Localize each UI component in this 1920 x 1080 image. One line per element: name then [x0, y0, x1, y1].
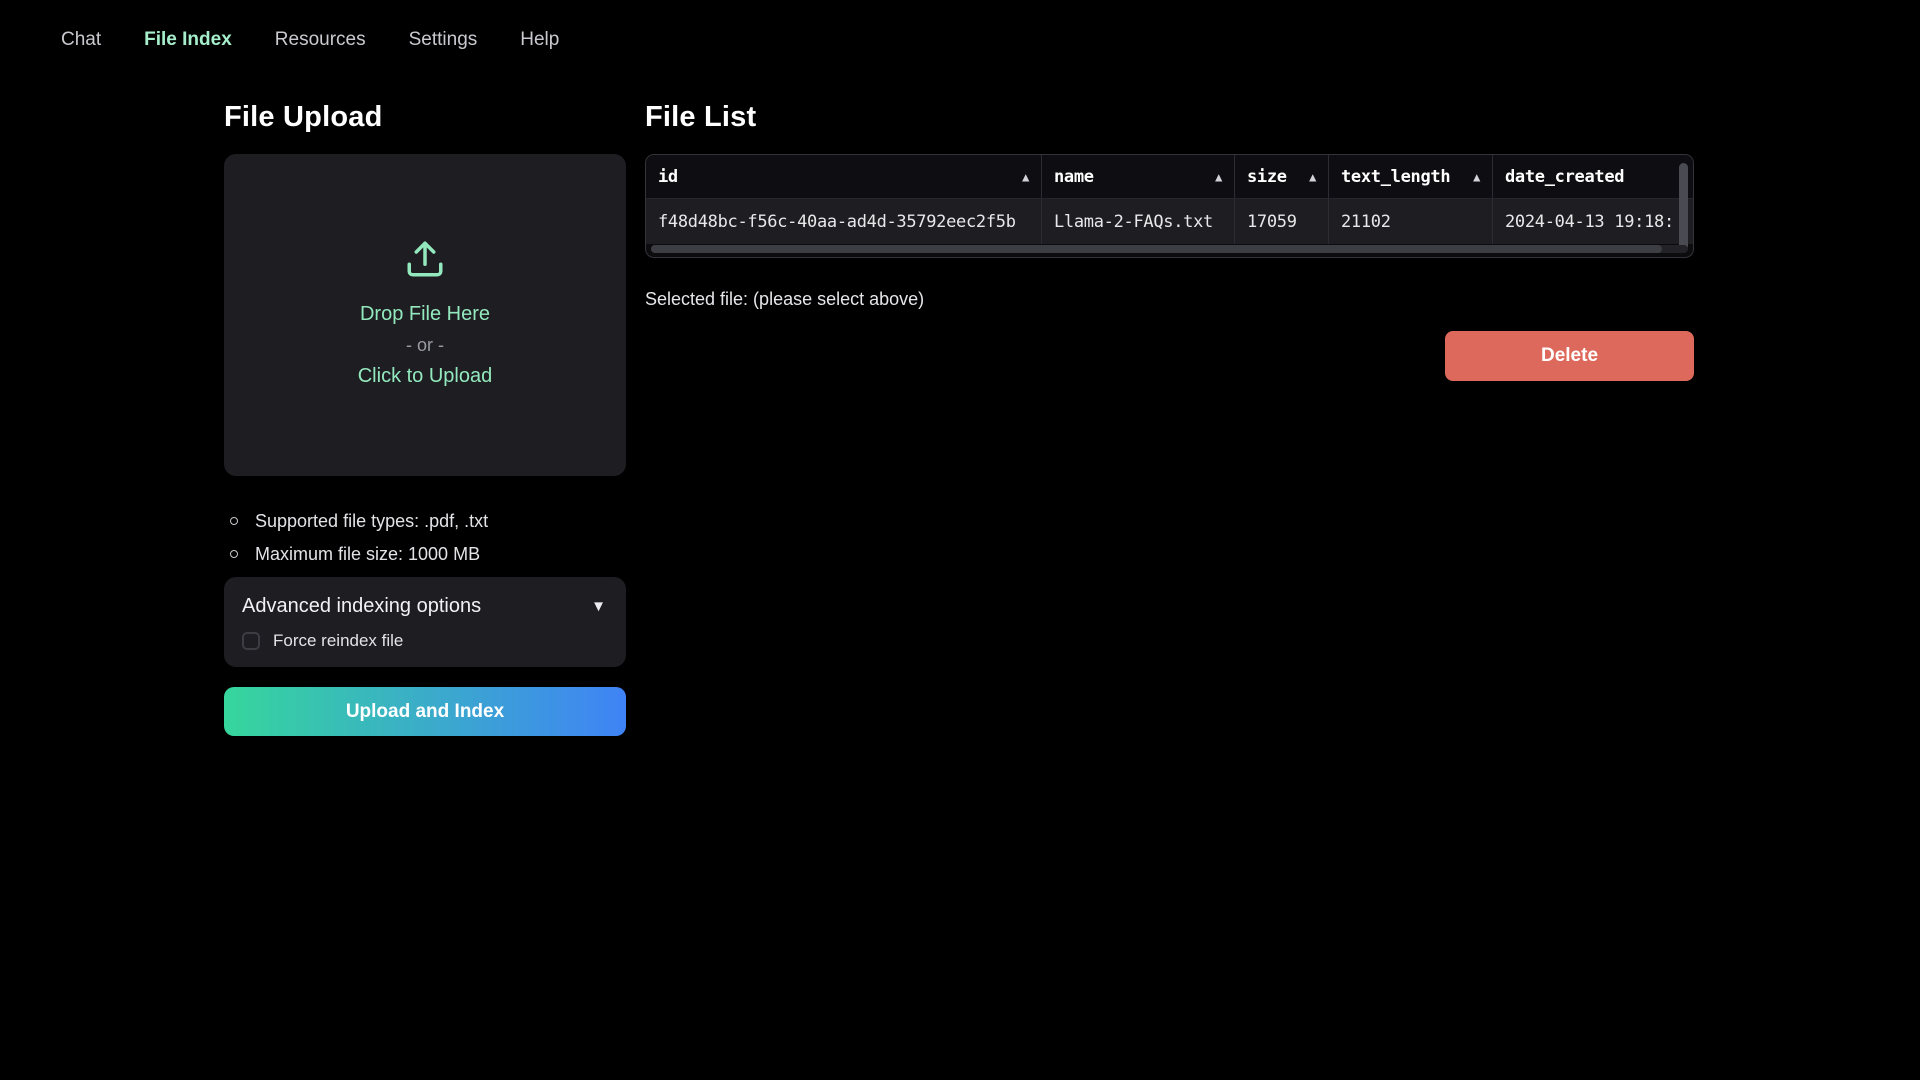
tab-help[interactable]: Help [520, 28, 559, 52]
tab-chat[interactable]: Chat [61, 28, 101, 52]
chevron-down-icon: ▼ [591, 599, 606, 614]
upload-icon [404, 238, 446, 285]
advanced-indexing-accordion: Advanced indexing options ▼ Force reinde… [224, 577, 626, 667]
column-label: name [1054, 167, 1094, 187]
file-dropzone[interactable]: Drop File Here - or - Click to Upload [224, 154, 626, 476]
table-row[interactable]: f48d48bc-f56c-40aa-ad4d-35792eec2f5b Lla… [646, 199, 1693, 244]
column-header-text-length[interactable]: text_length ▲ [1329, 155, 1493, 198]
tab-bar: Chat File Index Resources Settings Help [0, 0, 1920, 52]
tab-settings[interactable]: Settings [409, 28, 478, 52]
click-to-upload-link[interactable]: Click to Upload [358, 361, 493, 392]
column-label: text_length [1341, 167, 1450, 187]
sort-asc-icon[interactable]: ▲ [1022, 170, 1029, 184]
main-content: File Upload Drop File Here - or - Click … [224, 100, 1694, 736]
note-max-size: Maximum file size: 1000 MB [230, 543, 626, 565]
upload-notes-list: Supported file types: .pdf, .txt Maximum… [230, 510, 626, 565]
note-text: Supported file types: .pdf, .txt [255, 510, 488, 532]
advanced-accordion-title: Advanced indexing options [242, 594, 481, 618]
advanced-accordion-header[interactable]: Advanced indexing options ▼ [242, 594, 606, 618]
sort-asc-icon[interactable]: ▲ [1215, 170, 1222, 184]
sort-asc-icon[interactable]: ▲ [1473, 170, 1480, 184]
file-upload-section: File Upload Drop File Here - or - Click … [224, 100, 626, 736]
column-header-id[interactable]: id ▲ [646, 155, 1042, 198]
column-label: id [658, 167, 678, 187]
column-header-size[interactable]: size ▲ [1235, 155, 1329, 198]
cell-id[interactable]: f48d48bc-f56c-40aa-ad4d-35792eec2f5b [646, 199, 1042, 244]
force-reindex-label: Force reindex file [273, 631, 403, 651]
cell-date-created[interactable]: 2024-04-13 19:18: [1493, 199, 1693, 244]
file-list-section: File List id ▲ name ▲ size ▲ text_length… [645, 100, 1694, 381]
cell-text-length[interactable]: 21102 [1329, 199, 1493, 244]
column-header-date-created[interactable]: date_created [1493, 155, 1693, 198]
note-text: Maximum file size: 1000 MB [255, 543, 480, 565]
delete-button[interactable]: Delete [1445, 331, 1694, 381]
force-reindex-checkbox[interactable] [242, 632, 260, 650]
drop-file-here-text: Drop File Here [360, 299, 490, 330]
cell-size[interactable]: 17059 [1235, 199, 1329, 244]
file-list-title: File List [645, 100, 1694, 134]
column-label: date_created [1505, 167, 1624, 187]
file-table-header: id ▲ name ▲ size ▲ text_length ▲ date_cr… [646, 155, 1693, 199]
or-text: - or - [406, 330, 444, 361]
note-supported-types: Supported file types: .pdf, .txt [230, 510, 626, 532]
upload-and-index-button[interactable]: Upload and Index [224, 687, 626, 736]
cell-name[interactable]: Llama-2-FAQs.txt [1042, 199, 1235, 244]
horizontal-scrollbar[interactable] [651, 245, 1662, 253]
bullet-circle-icon [230, 517, 238, 525]
horizontal-scrollbar-track [651, 245, 1688, 253]
column-label: size [1247, 167, 1287, 187]
selected-file-text: Selected file: (please select above) [645, 288, 1694, 310]
force-reindex-checkbox-row[interactable]: Force reindex file [242, 631, 606, 651]
vertical-scrollbar[interactable] [1679, 163, 1688, 251]
tab-file-index[interactable]: File Index [144, 28, 232, 52]
column-header-name[interactable]: name ▲ [1042, 155, 1235, 198]
file-table: id ▲ name ▲ size ▲ text_length ▲ date_cr… [645, 154, 1694, 258]
sort-asc-icon[interactable]: ▲ [1309, 170, 1316, 184]
tab-resources[interactable]: Resources [275, 28, 366, 52]
delete-button-row: Delete [645, 331, 1694, 381]
file-upload-title: File Upload [224, 100, 626, 134]
bullet-circle-icon [230, 550, 238, 558]
